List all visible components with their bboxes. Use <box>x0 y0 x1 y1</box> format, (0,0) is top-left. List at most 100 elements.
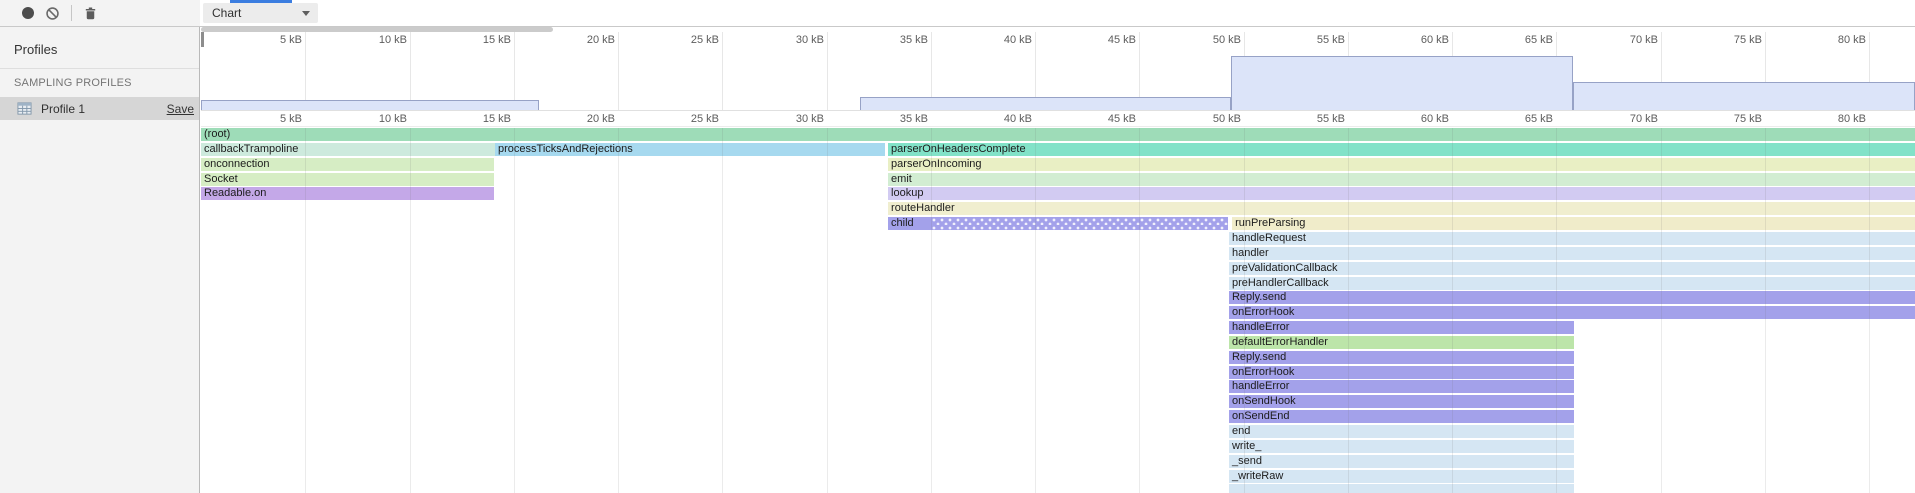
ruler-tick-label: 75 kB <box>1700 113 1762 125</box>
overview-step <box>1573 82 1915 110</box>
ruler-tick-label: 80 kB <box>1804 113 1866 125</box>
flame-frame[interactable]: Socket <box>201 173 494 186</box>
overview-pane[interactable]: 5 kB10 kB15 kB20 kB25 kB30 kB35 kB40 kB4… <box>201 27 1915 110</box>
overview-tick-label: 20 kB <box>553 34 615 46</box>
overview-tick-label: 25 kB <box>657 34 719 46</box>
trash-icon[interactable] <box>83 6 98 21</box>
frame-label: Reply.send <box>1232 351 1286 363</box>
toolbar-right: Chart <box>200 0 1915 26</box>
record-icon[interactable] <box>22 7 34 19</box>
flame-ruler: 5 kB10 kB15 kB20 kB25 kB30 kB35 kB40 kB4… <box>201 110 1915 127</box>
overview-step <box>1231 56 1573 110</box>
flame-frame[interactable]: parserOnHeadersComplete <box>888 143 1915 156</box>
flame-frame[interactable]: handleError <box>1229 321 1574 334</box>
overview-gridline <box>410 32 411 110</box>
ruler-tick-label: 40 kB <box>970 113 1032 125</box>
toolbar-left <box>0 0 200 26</box>
flame-frame[interactable]: onSendHook <box>1229 395 1574 408</box>
save-link[interactable]: Save <box>167 102 194 116</box>
flame-frame[interactable]: write_ <box>1229 440 1574 453</box>
chart-view-select-value: Chart <box>212 6 241 20</box>
flame-frame[interactable]: child <box>888 217 1228 230</box>
profiler-app: Chart Profiles SAMPLING PROFILES Profile… <box>0 0 1915 493</box>
chevron-down-icon <box>302 11 310 16</box>
collapsed-frames-pattern <box>932 217 1228 230</box>
frame-label: lookup <box>891 187 923 199</box>
overview-tick-label: 35 kB <box>866 34 928 46</box>
sidebar-title: Profiles <box>0 27 199 68</box>
chart-pane: 5 kB10 kB15 kB20 kB25 kB30 kB35 kB40 kB4… <box>201 27 1915 493</box>
sidebar-item-profile-1[interactable]: Profile 1 Save <box>0 97 199 120</box>
ruler-tick-label: 45 kB <box>1074 113 1136 125</box>
frame-label: handleError <box>1232 321 1289 333</box>
flame-frame[interactable]: _writeRaw <box>1229 470 1574 483</box>
active-tab-indicator <box>230 0 292 3</box>
overview-tick-label: 40 kB <box>970 34 1032 46</box>
ruler-tick-label: 65 kB <box>1491 113 1553 125</box>
flame-frame[interactable]: routeHandler <box>888 202 1915 215</box>
flame-frame[interactable]: defaultErrorHandler <box>1229 336 1574 349</box>
flame-frame[interactable]: (root) <box>201 128 1915 141</box>
overview-tick-label: 60 kB <box>1387 34 1449 46</box>
flame-frame[interactable]: callbackTrampoline <box>201 143 495 156</box>
flame-frame[interactable]: onconnection <box>201 158 494 171</box>
ruler-tick-label: 25 kB <box>657 113 719 125</box>
flame-frame[interactable]: _send <box>1229 455 1574 468</box>
overview-tick-label: 15 kB <box>449 34 511 46</box>
frame-label: runPreParsing <box>1235 217 1305 229</box>
ruler-tick-label: 50 kB <box>1179 113 1241 125</box>
frame-label: preHandlerCallback <box>1232 277 1329 289</box>
flame-frame[interactable] <box>1229 484 1574 493</box>
overview-step <box>201 100 539 110</box>
overview-tick-label: 75 kB <box>1700 34 1762 46</box>
ruler-tick-label: 20 kB <box>553 113 615 125</box>
flame-frame[interactable]: handleError <box>1229 380 1574 393</box>
frame-label: onconnection <box>204 158 269 170</box>
flame-gridline <box>618 128 619 493</box>
overview-step <box>860 97 1231 110</box>
frame-label: emit <box>891 173 912 185</box>
frame-label: preValidationCallback <box>1232 262 1338 274</box>
flame-frame[interactable]: handleRequest <box>1229 232 1915 245</box>
flame-frame[interactable]: Reply.send <box>1229 351 1574 364</box>
toolbar: Chart <box>0 0 1915 27</box>
flame-gridline <box>722 128 723 493</box>
frame-label: routeHandler <box>891 202 955 214</box>
frame-label: end <box>1232 425 1250 437</box>
flame-frame[interactable]: processTicksAndRejections <box>495 143 885 156</box>
ruler-tick-label: 70 kB <box>1596 113 1658 125</box>
frame-label: _send <box>1232 455 1262 467</box>
flame-gridline <box>827 128 828 493</box>
table-icon <box>17 101 32 116</box>
frame-label: processTicksAndRejections <box>498 143 633 155</box>
flame-frame[interactable]: handler <box>1229 247 1915 260</box>
flame-frame[interactable]: onErrorHook <box>1229 306 1915 319</box>
overview-tick-label: 45 kB <box>1074 34 1136 46</box>
flame-frame[interactable]: Readable.on <box>201 187 494 200</box>
flame-frame[interactable]: lookup <box>888 187 1915 200</box>
flame-frame[interactable]: parserOnIncoming <box>888 158 1915 171</box>
frame-label: defaultErrorHandler <box>1232 336 1328 348</box>
range-slider[interactable] <box>201 27 553 32</box>
flame-frame[interactable]: runPreParsing <box>1232 217 1915 230</box>
flame-frame[interactable]: end <box>1229 425 1574 438</box>
frame-label: Reply.send <box>1232 291 1286 303</box>
resize-handle[interactable] <box>201 32 204 47</box>
frame-label: Socket <box>204 173 238 185</box>
flame-frame[interactable]: emit <box>888 173 1915 186</box>
frame-label: onErrorHook <box>1232 366 1294 378</box>
frame-label: Readable.on <box>204 187 266 199</box>
ruler-tick-label: 35 kB <box>866 113 928 125</box>
overview-gridline <box>305 32 306 110</box>
flame-frame[interactable]: onSendEnd <box>1229 410 1574 423</box>
overview-tick-label: 70 kB <box>1596 34 1658 46</box>
block-icon[interactable] <box>45 6 60 21</box>
flame-frame[interactable]: preHandlerCallback <box>1229 277 1915 290</box>
ruler-tick-label: 15 kB <box>449 113 511 125</box>
flame-frame[interactable]: onErrorHook <box>1229 366 1574 379</box>
chart-view-select[interactable]: Chart <box>203 3 318 23</box>
flame-frame[interactable]: preValidationCallback <box>1229 262 1915 275</box>
frame-label: handler <box>1232 247 1269 259</box>
toolbar-divider <box>71 5 72 21</box>
flame-frame[interactable]: Reply.send <box>1229 291 1915 304</box>
